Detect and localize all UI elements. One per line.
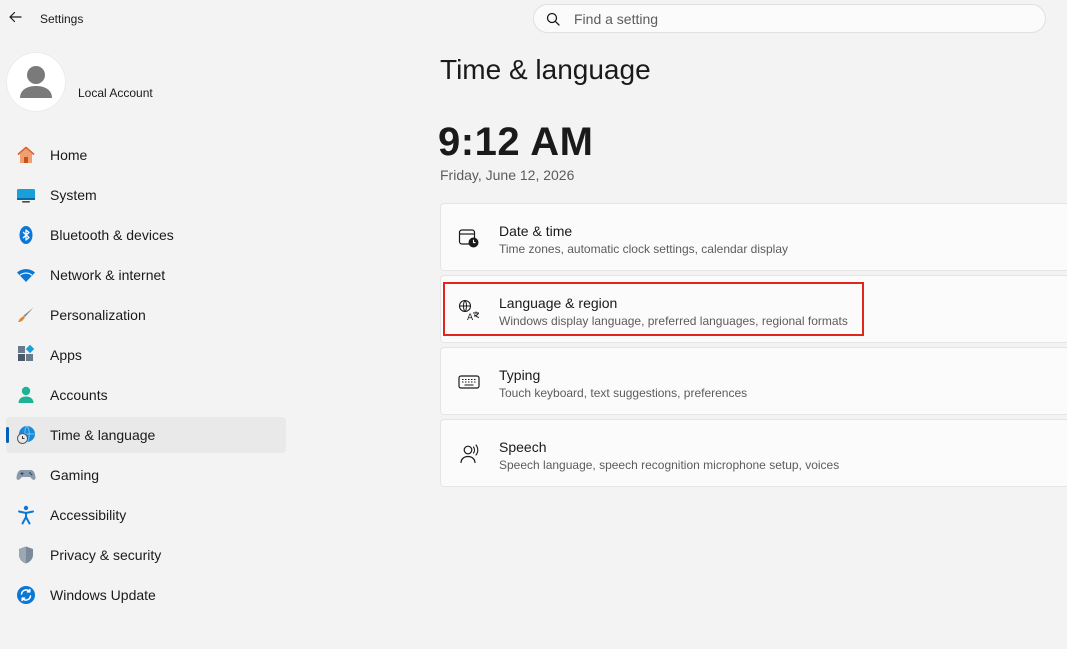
sidebar-item-accessibility[interactable]: Accessibility	[6, 497, 286, 533]
clock-date: Friday, June 12, 2026	[440, 167, 575, 183]
calendar-clock-icon	[458, 227, 480, 249]
account-name: Local Account	[78, 86, 153, 100]
card-description: Touch keyboard, text suggestions, prefer…	[499, 386, 748, 400]
accounts-icon	[16, 385, 36, 405]
sidebar-item-time-language[interactable]: Time & language	[6, 417, 286, 453]
home-icon	[16, 145, 36, 165]
gamepad-icon	[16, 465, 36, 485]
sidebar-item-label: Apps	[50, 347, 82, 363]
sidebar-item-network[interactable]: Network & internet	[6, 257, 286, 293]
sidebar-item-label: Accessibility	[50, 507, 127, 523]
sidebar-item-label: Windows Update	[50, 587, 156, 603]
system-icon	[16, 185, 36, 205]
sidebar-item-personalization[interactable]: Personalization	[6, 297, 286, 333]
sidebar-item-label: Time & language	[50, 427, 156, 443]
card-description: Time zones, automatic clock settings, ca…	[499, 242, 789, 256]
card-description: Speech language, speech recognition micr…	[499, 458, 840, 472]
sidebar-item-bluetooth[interactable]: Bluetooth & devices	[6, 217, 286, 253]
shield-icon	[16, 545, 36, 565]
avatar[interactable]	[6, 52, 66, 112]
sidebar-item-label: Privacy & security	[50, 547, 162, 563]
clock-time: 9:12 AM	[438, 120, 594, 164]
search-box[interactable]	[533, 4, 1046, 33]
sidebar-item-apps[interactable]: Apps	[6, 337, 286, 373]
page-title: Time & language	[440, 54, 651, 85]
sidebar-item-system[interactable]: System	[6, 177, 286, 213]
settings-cards: Date & time Time zones, automatic clock …	[440, 203, 1067, 491]
search-input[interactable]	[572, 9, 1006, 28]
sidebar-item-label: System	[50, 187, 97, 203]
sidebar-item-label: Personalization	[50, 307, 146, 323]
time-language-icon	[16, 425, 36, 445]
bluetooth-icon	[16, 225, 36, 245]
typing-card[interactable]: Typing Touch keyboard, text suggestions,…	[440, 347, 1067, 415]
sidebar-item-label: Gaming	[50, 467, 100, 483]
window-title: Settings	[40, 12, 84, 26]
back-arrow-icon	[8, 10, 22, 29]
sidebar-item-privacy[interactable]: Privacy & security	[6, 537, 286, 573]
sidebar-item-label: Home	[50, 147, 88, 163]
keyboard-icon	[458, 371, 480, 393]
sidebar-item-label: Network & internet	[50, 267, 166, 283]
sidebar-item-home[interactable]: Home	[6, 137, 286, 173]
apps-icon	[16, 345, 36, 365]
sidebar-item-label: Bluetooth & devices	[50, 227, 174, 243]
date-time-card[interactable]: Date & time Time zones, automatic clock …	[440, 203, 1067, 271]
speech-icon	[458, 443, 480, 465]
language-icon: A	[458, 299, 480, 321]
wifi-icon	[16, 265, 36, 285]
brush-icon	[16, 305, 36, 325]
accessibility-icon	[16, 505, 36, 525]
svg-text:A: A	[467, 313, 474, 321]
card-title: Typing	[499, 367, 541, 383]
sidebar-item-label: Accounts	[50, 387, 108, 403]
card-title: Speech	[499, 439, 547, 455]
sidebar-item-windows-update[interactable]: Windows Update	[6, 577, 286, 613]
card-description: Windows display language, preferred lang…	[499, 314, 848, 328]
sidebar-item-accounts[interactable]: Accounts	[6, 377, 286, 413]
search-icon	[546, 12, 560, 26]
card-title: Date & time	[499, 223, 573, 239]
update-icon	[16, 585, 36, 605]
sidebar-nav: Home System Bluetooth & devices Network …	[6, 137, 286, 617]
card-title: Language & region	[499, 295, 618, 311]
sidebar-item-gaming[interactable]: Gaming	[6, 457, 286, 493]
language-region-card[interactable]: A Language & region Windows display lang…	[440, 275, 1067, 343]
back-button[interactable]	[4, 8, 26, 30]
user-avatar-icon	[20, 66, 52, 98]
speech-card[interactable]: Speech Speech language, speech recogniti…	[440, 419, 1067, 487]
